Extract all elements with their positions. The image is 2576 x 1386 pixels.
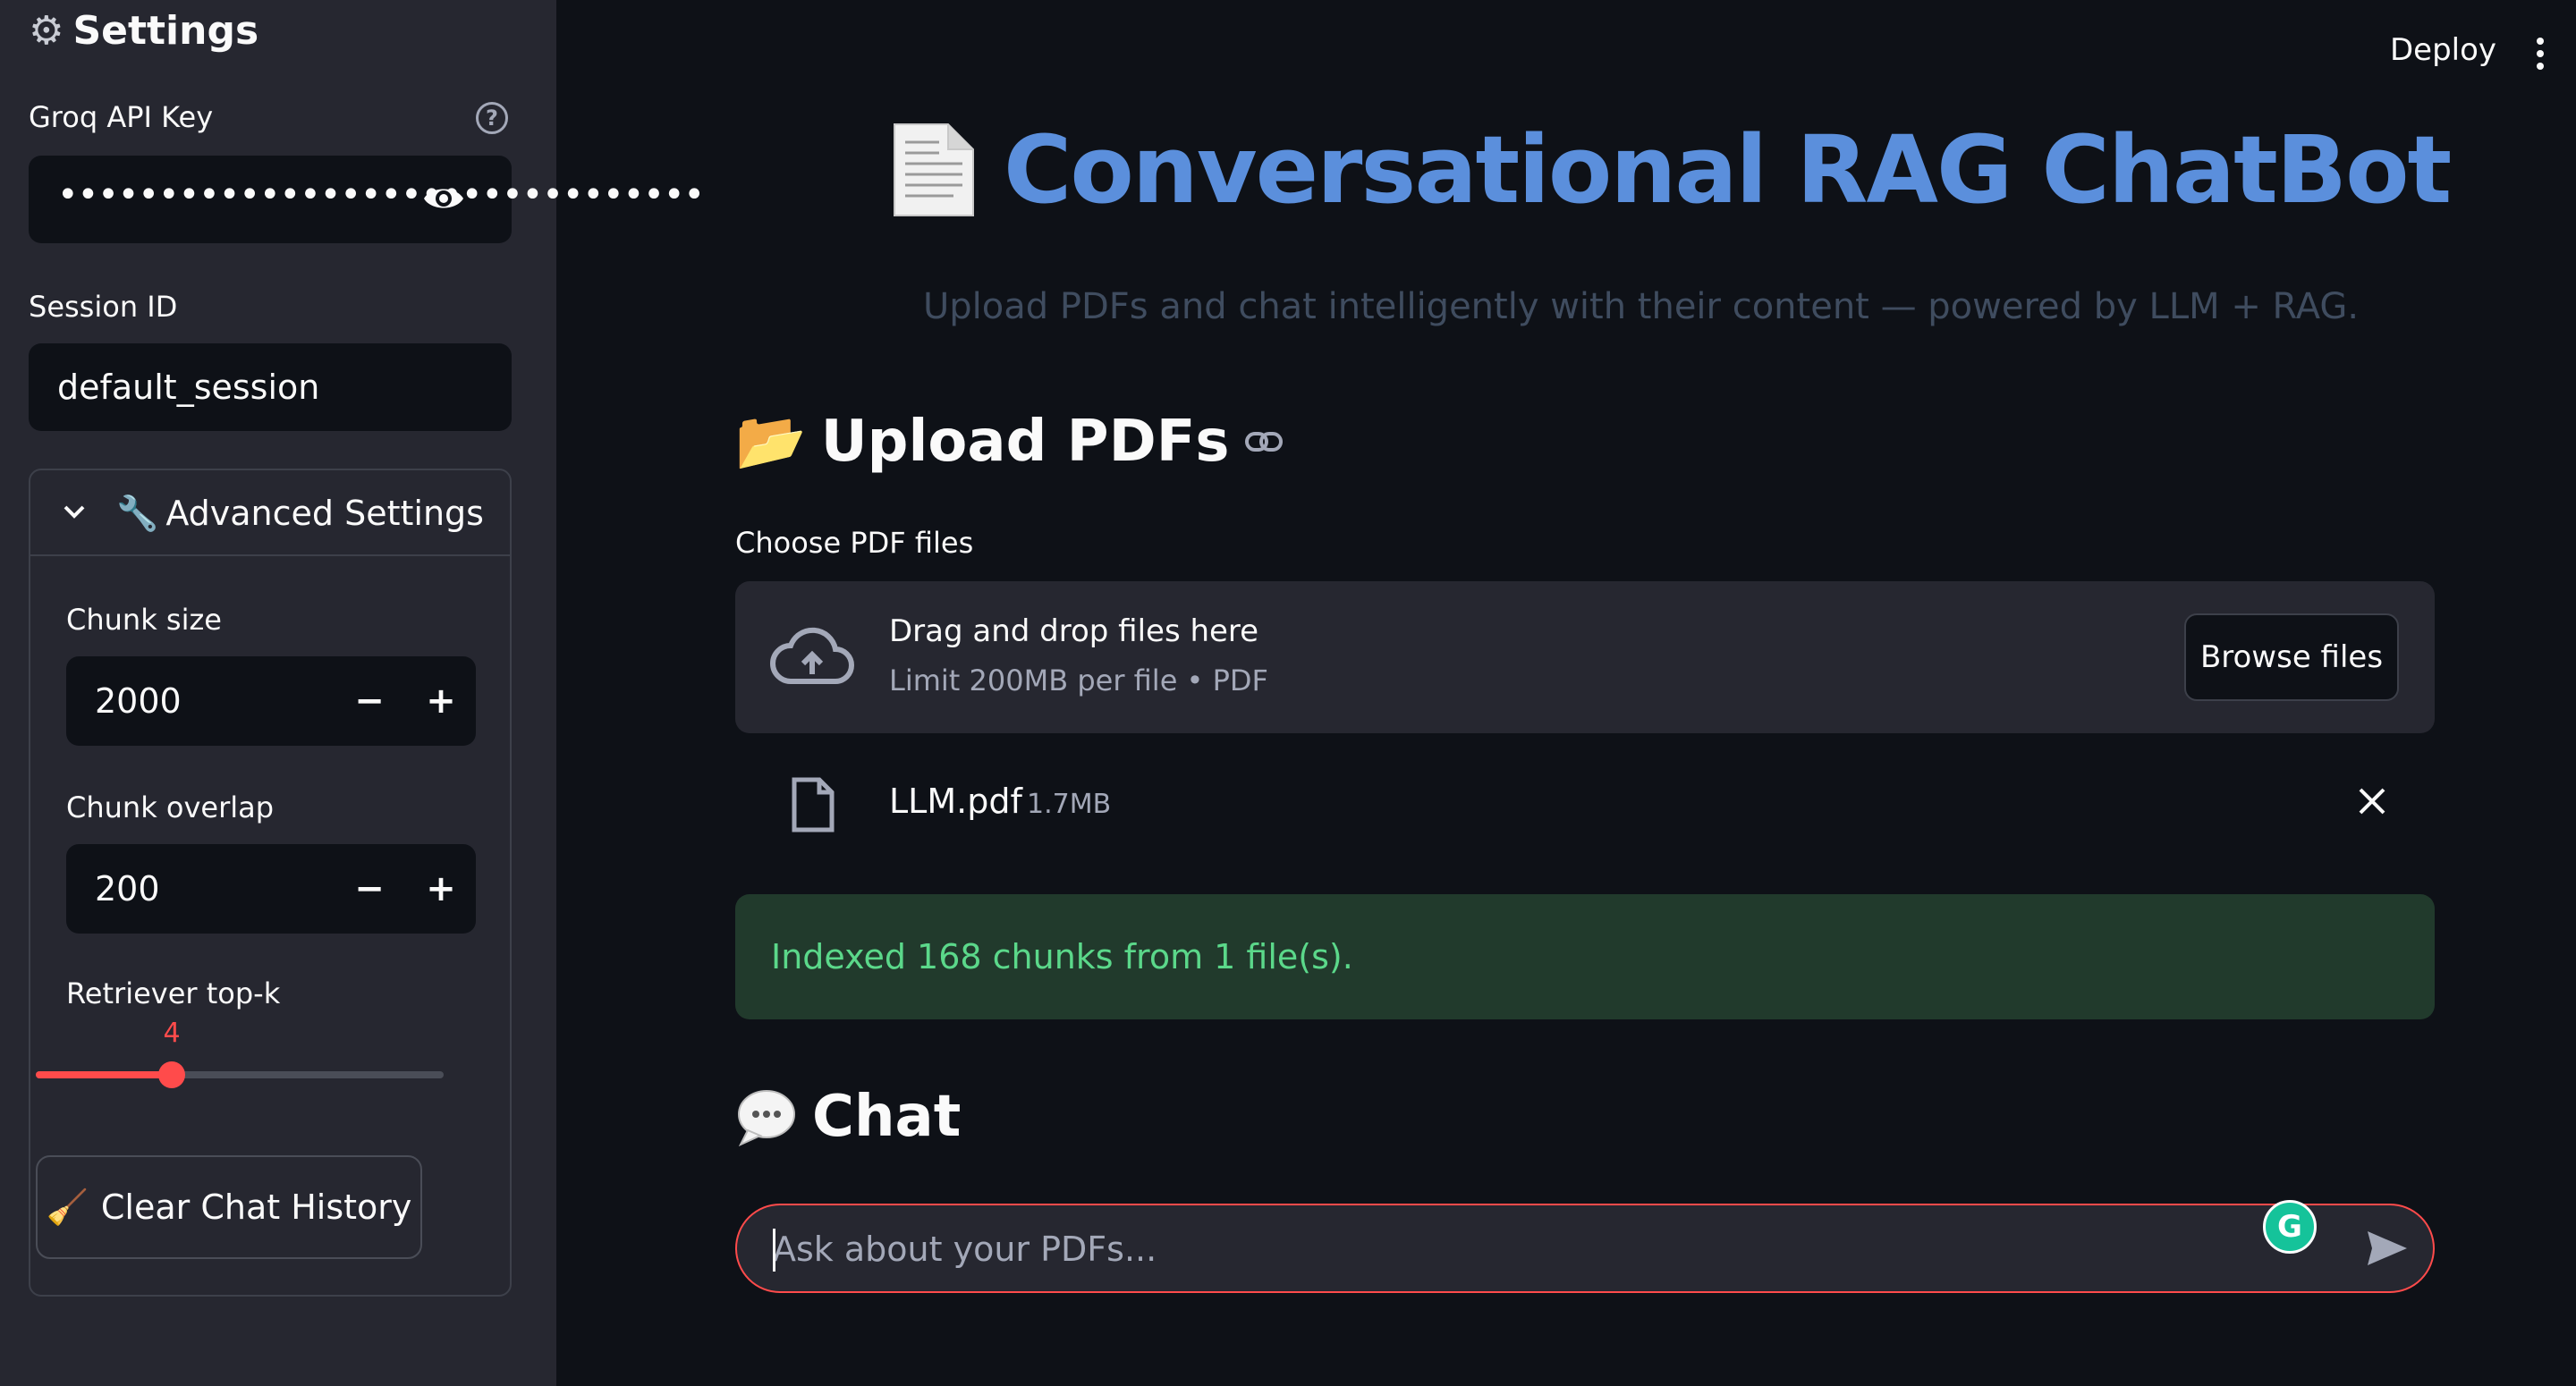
chunk-overlap-decrement-button[interactable]: − (335, 844, 404, 934)
top-k-label: Retriever top-k (66, 976, 281, 1010)
top-k-slider[interactable]: 4 (36, 1018, 444, 1088)
chunk-size-value: 2000 (95, 681, 182, 721)
page-subtitle: Upload PDFs and chat intelligently with … (923, 286, 2360, 327)
clear-chat-history-button[interactable]: 🧹 Clear Chat History (36, 1155, 422, 1259)
chunk-size-label: Chunk size (66, 603, 222, 637)
advanced-settings-header[interactable]: 🔧 Advanced Settings (30, 470, 510, 556)
chat-input[interactable] (771, 1205, 2259, 1293)
wrench-icon: 🔧 (116, 493, 159, 533)
chunk-size-increment-button[interactable]: + (406, 656, 476, 746)
upload-heading-text: Upload PDFs (820, 408, 1230, 475)
api-key-masked-value: •••••••••••••••••••••••••••••••• (57, 174, 705, 216)
page-title: Conversational RAG ChatBot (891, 109, 2452, 231)
dropzone-instruction: Drag and drop files here (889, 613, 1259, 649)
uploaded-file-row: LLM.pdf 1.7MB (735, 765, 2435, 844)
chevron-down-icon (64, 505, 85, 519)
status-message: Indexed 168 chunks from 1 file(s). (771, 937, 1353, 976)
broom-icon: 🧹 (46, 1187, 89, 1227)
send-icon[interactable] (2365, 1229, 2410, 1268)
top-k-slider-value: 4 (163, 1018, 181, 1049)
top-k-slider-thumb[interactable] (157, 1061, 185, 1088)
file-dropzone[interactable]: Drag and drop files here Limit 200MB per… (735, 581, 2435, 733)
speech-bubble-icon (738, 1090, 795, 1146)
api-key-input[interactable]: •••••••••••••••••••••••••••••••• (29, 156, 705, 243)
upload-heading: 📂 Upload PDFs (735, 408, 1284, 475)
choose-pdf-label: Choose PDF files (735, 526, 974, 560)
top-k-slider-fill (36, 1071, 172, 1078)
text-caret (773, 1229, 775, 1272)
file-name: LLM.pdf (889, 782, 1022, 821)
link-icon[interactable] (1244, 429, 1284, 454)
chat-heading-text: Chat (812, 1084, 962, 1150)
chunk-overlap-value: 200 (95, 869, 160, 909)
chat-input-container: G (735, 1200, 2435, 1293)
status-alert: Indexed 168 chunks from 1 file(s). (735, 894, 2435, 1019)
session-id-value: default_session (57, 368, 320, 407)
sidebar: ⚙ Settings Groq API Key ? ••••••••••••••… (0, 0, 705, 1386)
api-key-label: Groq API Key (29, 100, 214, 134)
folder-icon: 📂 (735, 409, 807, 475)
browse-files-button[interactable]: Browse files (2184, 613, 2399, 701)
file-size: 1.7MB (1027, 789, 1112, 820)
chunk-overlap-label: Chunk overlap (66, 790, 275, 824)
gear-icon: ⚙ (29, 7, 64, 54)
dropzone-limit: Limit 200MB per file • PDF (889, 663, 1268, 697)
file-icon (792, 777, 835, 832)
page-title-text: Conversational RAG ChatBot (1004, 115, 2452, 224)
cloud-upload-icon (770, 627, 854, 684)
sidebar-title: ⚙ Settings (29, 4, 258, 57)
session-id-label: Session ID (29, 290, 178, 324)
more-menu-icon[interactable] (2537, 38, 2544, 70)
advanced-settings-title: 🔧 Advanced Settings (116, 470, 484, 556)
advanced-settings-label: Advanced Settings (165, 494, 484, 533)
session-id-input[interactable]: default_session (29, 343, 512, 431)
eye-icon[interactable] (422, 182, 465, 215)
chunk-overlap-stepper[interactable]: 200 − + (66, 844, 476, 934)
document-icon (894, 123, 974, 216)
grammarly-icon[interactable]: G (2263, 1200, 2317, 1254)
chunk-overlap-increment-button[interactable]: + (406, 844, 476, 934)
deploy-button[interactable]: Deploy (2390, 32, 2496, 68)
chunk-size-decrement-button[interactable]: − (335, 656, 404, 746)
close-icon[interactable] (2356, 785, 2388, 817)
chunk-size-stepper[interactable]: 2000 − + (66, 656, 476, 746)
clear-chat-history-label: Clear Chat History (100, 1187, 412, 1227)
sidebar-title-text: Settings (72, 7, 259, 54)
chat-heading: Chat (735, 1084, 961, 1150)
help-icon[interactable]: ? (476, 102, 508, 134)
